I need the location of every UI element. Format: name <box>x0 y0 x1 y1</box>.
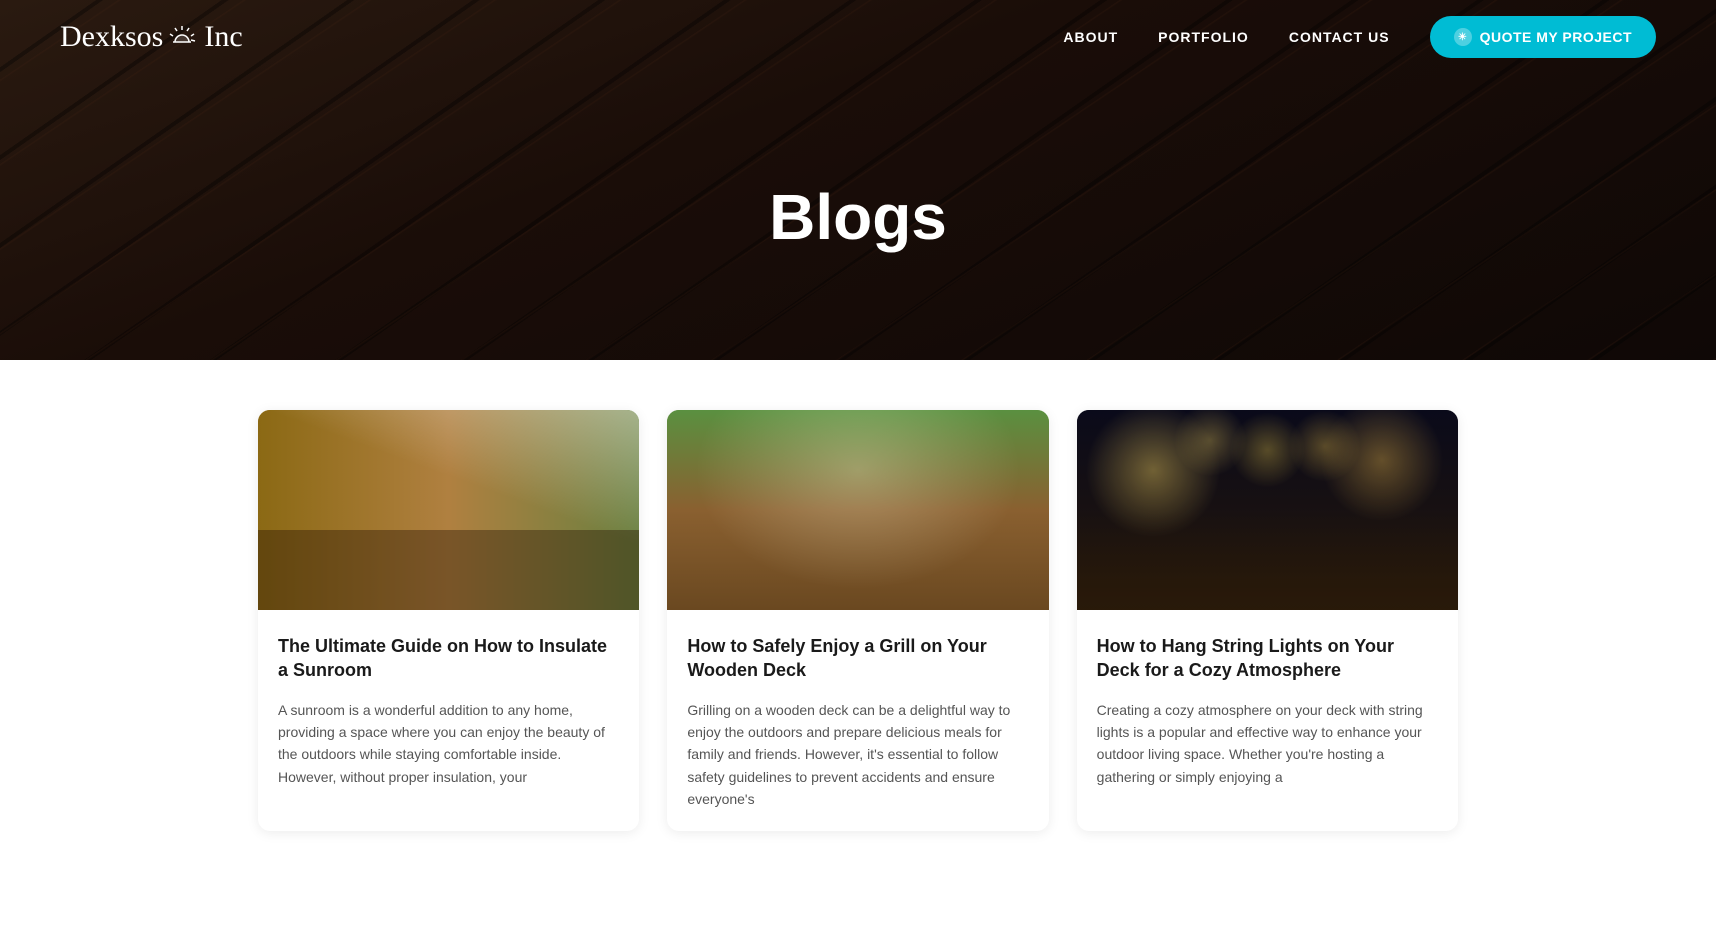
nav-about[interactable]: ABOUT <box>1063 29 1118 45</box>
blog-card-2-title: How to Safely Enjoy a Grill on Your Wood… <box>687 634 1028 683</box>
blog-card-1-excerpt: A sunroom is a wonderful addition to any… <box>278 699 619 789</box>
blog-card-2[interactable]: How to Safely Enjoy a Grill on Your Wood… <box>667 410 1048 831</box>
navbar: Dexksos Inc <box>0 0 1716 74</box>
blog-image-grill <box>667 410 1048 610</box>
page-title: Blogs <box>769 180 947 254</box>
blog-card-1[interactable]: The Ultimate Guide on How to Insulate a … <box>258 410 639 831</box>
hero-section: Dexksos Inc <box>0 0 1716 360</box>
nav-links: ABOUT PORTFOLIO CONTACT US ☀ QUOTE MY PR… <box>1063 16 1656 58</box>
quote-icon: ☀ <box>1454 28 1472 46</box>
logo-text: Dexksos Inc <box>60 20 243 53</box>
blog-image-sunroom <box>258 410 639 610</box>
logo[interactable]: Dexksos Inc <box>60 20 243 53</box>
blog-card-2-body: How to Safely Enjoy a Grill on Your Wood… <box>667 610 1048 831</box>
blog-card-1-title: The Ultimate Guide on How to Insulate a … <box>278 634 619 683</box>
blog-card-3-body: How to Hang String Lights on Your Deck f… <box>1077 610 1458 808</box>
nav-portfolio[interactable]: PORTFOLIO <box>1158 29 1249 45</box>
blog-card-1-body: The Ultimate Guide on How to Insulate a … <box>258 610 639 808</box>
blog-grid: The Ultimate Guide on How to Insulate a … <box>258 410 1458 831</box>
hero-title-area: Blogs <box>0 74 1716 360</box>
nav-contact[interactable]: CONTACT US <box>1289 29 1390 45</box>
logo-sun-icon <box>167 24 197 54</box>
blog-section: The Ultimate Guide on How to Insulate a … <box>0 360 1716 891</box>
blog-card-2-excerpt: Grilling on a wooden deck can be a delig… <box>687 699 1028 811</box>
blog-image-lights <box>1077 410 1458 610</box>
blog-card-3[interactable]: How to Hang String Lights on Your Deck f… <box>1077 410 1458 831</box>
blog-card-3-excerpt: Creating a cozy atmosphere on your deck … <box>1097 699 1438 789</box>
blog-card-3-title: How to Hang String Lights on Your Deck f… <box>1097 634 1438 683</box>
quote-button[interactable]: ☀ QUOTE MY PROJECT <box>1430 16 1656 58</box>
